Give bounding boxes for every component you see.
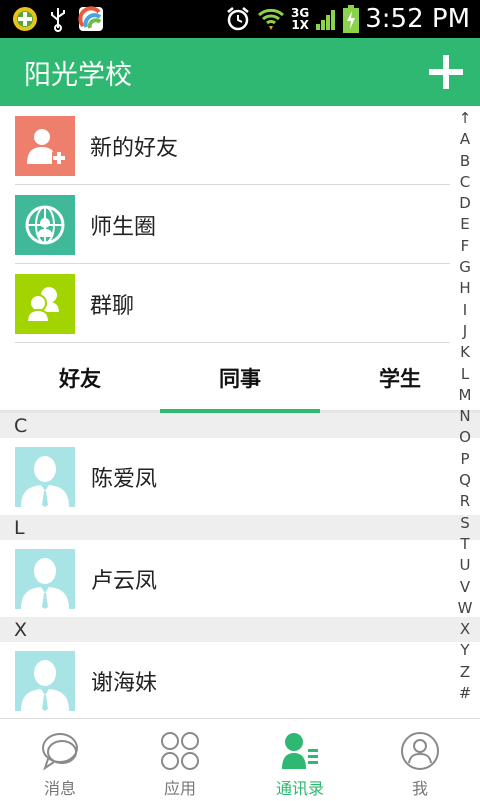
wifi-icon [258,8,285,30]
usb-icon [51,8,65,32]
bottom-navigation: 消息 应用 通讯录 我 [0,718,480,800]
contact-row[interactable]: 陈爱凤 [0,438,480,515]
network-type: 3G 1X [291,7,309,31]
nav-label: 我 [411,779,428,798]
contacts-icon [282,733,318,769]
battery-icon [343,5,360,33]
entry-label: 新的好友 [90,135,179,161]
index-letter[interactable]: Q [452,470,478,491]
index-letter[interactable]: X [452,619,478,640]
index-letter[interactable]: M [452,385,478,406]
app-bar: 阳光学校 [0,38,480,106]
index-letter[interactable]: E [452,214,478,235]
section-header-l: L [0,515,480,540]
index-letter[interactable]: I [452,300,478,321]
entry-group-chat[interactable]: 群聊 [0,264,450,343]
store-notification-icon [78,6,103,31]
nav-label: 应用 [163,779,196,798]
add-friend-icon [15,115,75,176]
function-list: 新的好友 师生圈 群聊 [0,106,450,343]
status-bar: 3G 1X 3:52 PM [0,0,480,38]
contact-name: 陈爱凤 [91,466,158,492]
contact-row[interactable]: 卢云凤 [0,540,480,617]
contact-tabs: 好友 同事 学生 [0,343,480,413]
app-notification-icon [13,7,37,31]
alphabet-index[interactable]: ↑ A B C D E F G H I J K L M N O P Q R S T U V W X Y Z # [452,108,478,708]
index-letter[interactable]: C [452,172,478,193]
index-letter[interactable]: V [452,577,478,598]
contact-list: C 陈爱凤 L 卢云凤 X 谢海妹 [0,413,480,719]
avatar [15,650,75,711]
index-letter[interactable]: D [452,193,478,214]
signal-icon [316,10,336,30]
index-letter[interactable]: O [452,427,478,448]
message-icon [42,733,78,771]
index-letter[interactable]: U [452,555,478,576]
index-letter[interactable]: A [452,129,478,150]
avatar [15,548,75,609]
index-letter[interactable]: J [452,321,478,342]
alarm-icon [227,7,249,31]
tab-colleagues[interactable]: 同事 [160,343,320,413]
nav-messages[interactable]: 消息 [0,719,120,801]
index-letter[interactable]: N [452,406,478,427]
index-letter[interactable]: B [452,151,478,172]
contact-row[interactable]: 谢海妹 [0,642,480,719]
index-letter[interactable]: R [452,491,478,512]
apps-icon [161,732,199,770]
section-header-c: C [0,413,480,438]
index-letter[interactable]: Z [452,662,478,683]
index-letter[interactable]: F [452,236,478,257]
page-title: 阳光学校 [24,59,132,91]
index-letter[interactable]: K [452,342,478,363]
profile-icon [401,732,439,770]
avatar [15,446,75,507]
nav-me[interactable]: 我 [360,719,480,801]
section-header-x: X [0,617,480,642]
index-letter[interactable]: ↑ [452,108,478,129]
index-letter[interactable]: W [452,598,478,619]
index-letter[interactable]: # [452,683,478,704]
index-letter[interactable]: T [452,534,478,555]
index-letter[interactable]: L [452,364,478,385]
contact-name: 卢云凤 [91,568,158,594]
plus-icon [429,55,463,89]
nav-label: 消息 [43,779,76,798]
network-bottom-label: 1X [291,18,309,32]
index-letter[interactable]: G [452,257,478,278]
nav-apps[interactable]: 应用 [120,719,240,801]
group-chat-icon [15,273,75,334]
entry-label: 师生圈 [90,214,157,240]
entry-teacher-student-circle[interactable]: 师生圈 [0,185,450,264]
index-letter[interactable]: P [452,449,478,470]
entry-new-friends[interactable]: 新的好友 [0,106,450,185]
clock-time: 3:52 PM [365,4,470,34]
nav-contacts[interactable]: 通讯录 [240,719,360,801]
index-letter[interactable]: H [452,278,478,299]
nav-label: 通讯录 [275,779,324,798]
index-letter[interactable]: Y [452,640,478,661]
add-button[interactable] [412,38,480,106]
teacher-student-circle-icon [15,194,75,255]
index-letter[interactable]: S [452,513,478,534]
contact-name: 谢海妹 [91,670,158,696]
tab-friends[interactable]: 好友 [0,343,160,413]
entry-label: 群聊 [90,293,135,319]
